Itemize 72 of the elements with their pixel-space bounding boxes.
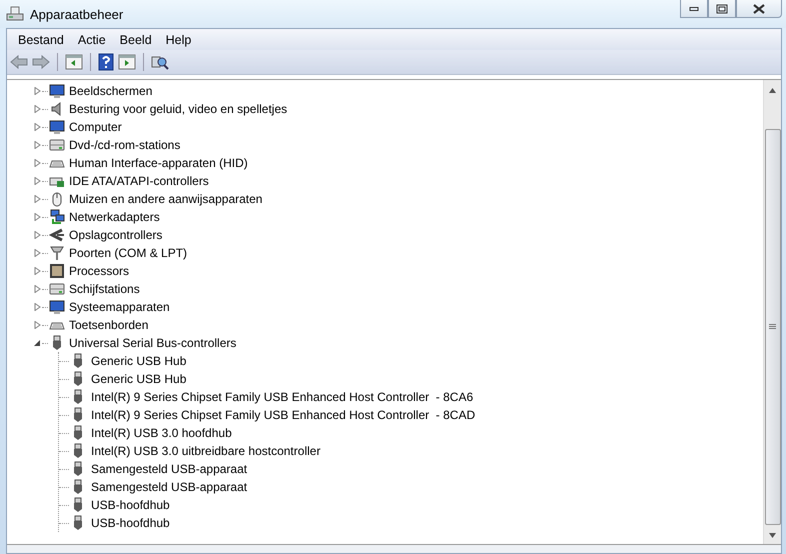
- expand-arrow-icon[interactable]: [34, 285, 41, 293]
- tree-item[interactable]: Samengesteld USB-apparaat: [91, 462, 248, 476]
- panel-icon[interactable]: [118, 54, 136, 70]
- storage-controller-icon: [49, 227, 65, 243]
- tree-item[interactable]: Computer: [69, 120, 122, 134]
- minimize-icon: [689, 6, 699, 10]
- tree-item[interactable]: Intel(R) USB 3.0 hoofdhub: [91, 426, 232, 440]
- expand-arrow-icon[interactable]: [34, 213, 41, 221]
- tree-item[interactable]: Schijfstations: [69, 282, 140, 296]
- maximize-icon: [716, 4, 728, 14]
- tree-item[interactable]: IDE ATA/ATAPI-controllers: [69, 174, 209, 188]
- tree-item[interactable]: Muizen en andere aanwijsapparaten: [69, 192, 262, 206]
- tree-item[interactable]: Besturing voor geluid, video en spelletjes: [69, 102, 288, 116]
- processor-icon: [49, 263, 65, 279]
- monitor-icon: [49, 299, 65, 315]
- drive-icon: [49, 137, 65, 153]
- back-arrow-icon[interactable]: [10, 55, 28, 69]
- close-button[interactable]: [736, 0, 782, 18]
- expand-arrow-icon[interactable]: [34, 159, 41, 167]
- tree-item[interactable]: Systeemapparaten: [69, 300, 170, 314]
- expand-arrow-icon[interactable]: [34, 231, 41, 239]
- grip-icon: [769, 324, 776, 330]
- menu-item[interactable]: Help: [158, 30, 198, 48]
- scroll-up-icon[interactable]: [769, 88, 776, 93]
- tree-item[interactable]: Dvd-/cd-rom-stations: [69, 138, 180, 152]
- vertical-scrollbar[interactable]: [763, 80, 781, 544]
- tree-item[interactable]: Beeldschermen: [69, 84, 152, 98]
- monitor-icon: [49, 119, 65, 135]
- tree-item[interactable]: Intel(R) USB 3.0 uitbreidbare hostcontroller: [91, 444, 320, 458]
- menu-item[interactable]: Actie: [70, 30, 113, 48]
- tree-item[interactable]: USB-hoofdhub: [91, 516, 170, 530]
- network-icon: [49, 209, 65, 225]
- scrollbar-thumb[interactable]: [764, 129, 780, 525]
- tree-item[interactable]: Human Interface-apparaten (HID): [69, 156, 248, 170]
- minimize-button[interactable]: [680, 0, 708, 18]
- menu-item[interactable]: Bestand: [11, 30, 71, 48]
- drive-icon: [49, 281, 65, 297]
- tree-item[interactable]: Processors: [69, 264, 130, 278]
- scan-hardware-icon[interactable]: [151, 54, 169, 70]
- scroll-down-icon[interactable]: [769, 533, 776, 538]
- tree-item[interactable]: Generic USB Hub: [91, 372, 186, 386]
- help-icon[interactable]: [98, 53, 114, 71]
- expand-arrow-icon[interactable]: [34, 141, 41, 149]
- port-icon: [49, 245, 65, 261]
- panel-icon[interactable]: [65, 54, 83, 70]
- tree-item[interactable]: Poorten (COM & LPT): [69, 246, 188, 260]
- expand-arrow-icon[interactable]: [34, 321, 41, 329]
- tree-item[interactable]: USB-hoofdhub: [91, 498, 170, 512]
- expand-arrow-icon[interactable]: [34, 87, 41, 95]
- tree-item[interactable]: Opslagcontrollers: [69, 228, 162, 242]
- window-title: Apparaatbeheer: [30, 6, 124, 22]
- monitor-icon: [49, 83, 65, 99]
- collapse-arrow-icon[interactable]: [34, 339, 41, 347]
- expand-arrow-icon[interactable]: [34, 249, 41, 257]
- expand-arrow-icon[interactable]: [34, 105, 41, 113]
- expand-arrow-icon[interactable]: [34, 303, 41, 311]
- tree-item[interactable]: Intel(R) 9 Series Chipset Family USB Enhanced Host Controller - 8CA6: [91, 390, 474, 404]
- close-icon: [753, 4, 765, 14]
- maximize-button[interactable]: [708, 0, 736, 18]
- tree-item[interactable]: Universal Serial Bus-controllers: [69, 336, 236, 350]
- tree-item[interactable]: Intel(R) 9 Series Chipset Family USB Enhanced Host Controller - 8CAD: [91, 408, 476, 422]
- forward-arrow-icon[interactable]: [32, 55, 50, 69]
- tree-item[interactable]: Toetsenborden: [69, 318, 148, 332]
- expand-arrow-icon[interactable]: [34, 177, 41, 185]
- tree-item[interactable]: Samengesteld USB-apparaat: [91, 480, 248, 494]
- expand-arrow-icon[interactable]: [34, 195, 41, 203]
- expand-arrow-icon[interactable]: [34, 123, 41, 131]
- menu-item[interactable]: Beeld: [112, 30, 159, 48]
- device-manager-icon: [6, 6, 24, 22]
- tree-item[interactable]: Generic USB Hub: [91, 354, 186, 368]
- tree-item[interactable]: Netwerkadapters: [69, 210, 160, 224]
- expand-arrow-icon[interactable]: [34, 267, 41, 275]
